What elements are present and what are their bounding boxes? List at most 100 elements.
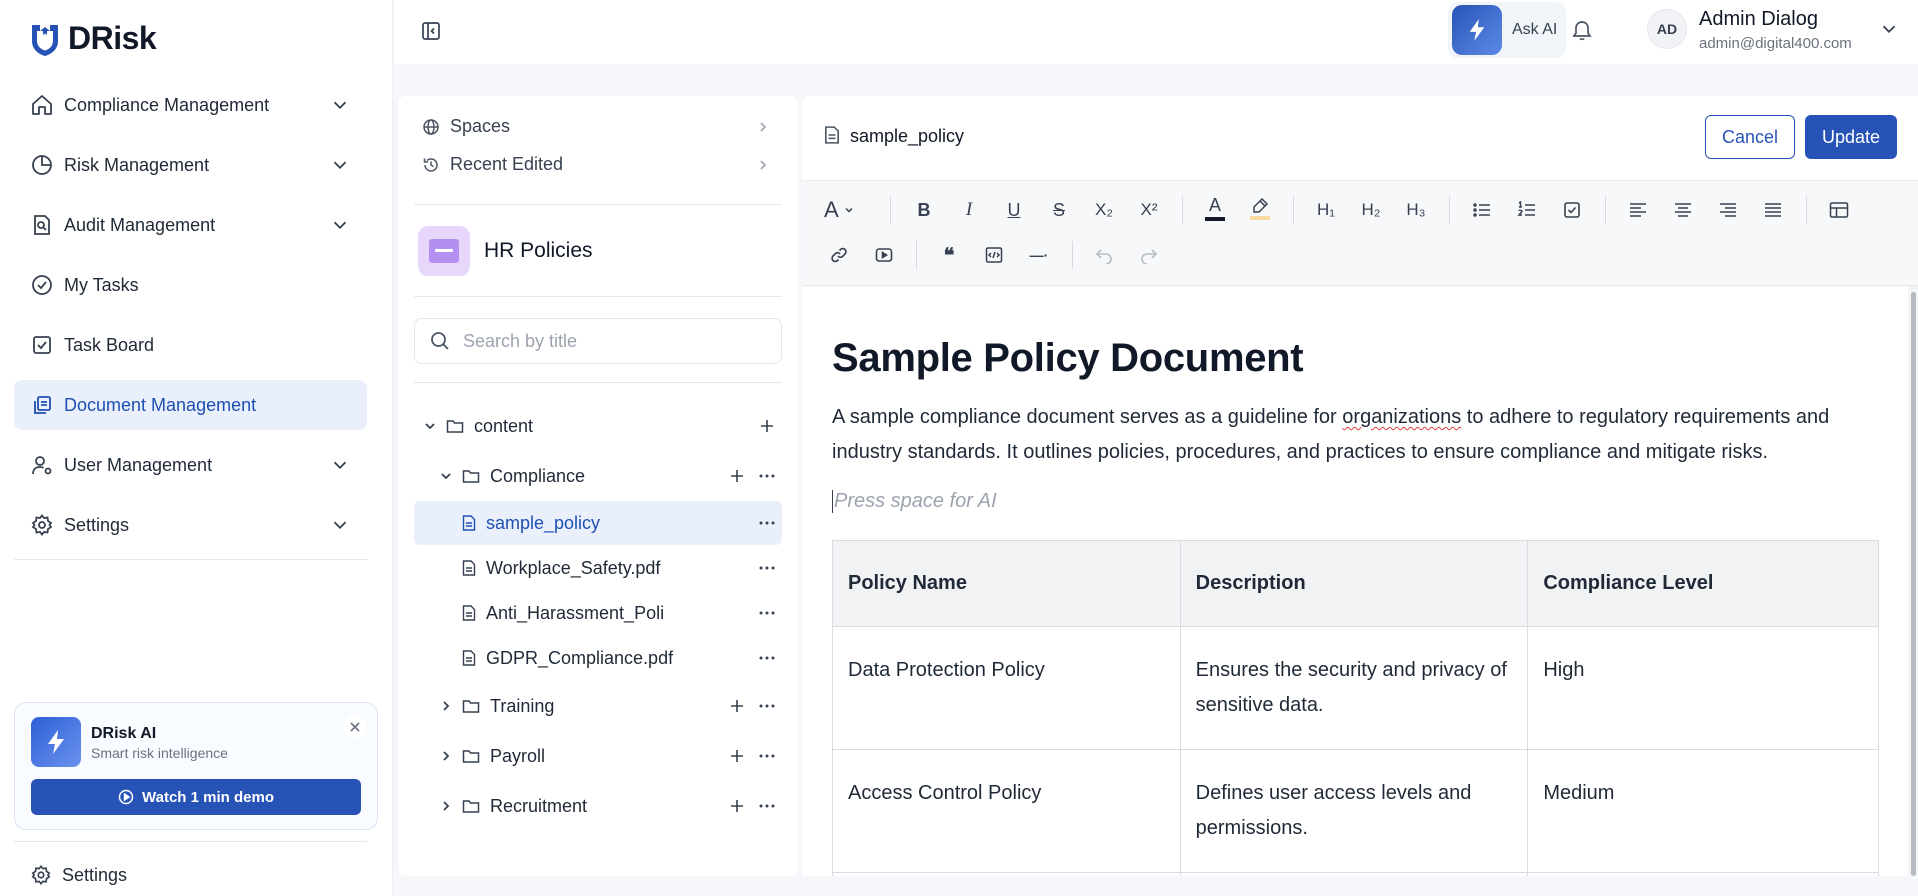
tree-file-workplace-safety[interactable]: Workplace_Safety.pdf (414, 546, 782, 590)
more-icon[interactable] (752, 521, 782, 525)
tree-folder-payroll[interactable]: Payroll (414, 734, 782, 778)
redo-icon[interactable] (1134, 240, 1164, 270)
add-icon[interactable] (722, 799, 752, 813)
link-icon[interactable] (824, 240, 854, 270)
tree-folder-recruitment[interactable]: Recruitment (414, 784, 782, 828)
table-cell[interactable] (832, 872, 1181, 876)
numbered-list-icon[interactable] (1512, 195, 1542, 225)
blockquote-button[interactable]: ❝ (934, 240, 964, 270)
document-icon (462, 605, 476, 621)
update-button[interactable]: Update (1805, 115, 1897, 159)
italic-button[interactable]: I (954, 195, 984, 225)
document-paragraph[interactable]: A sample compliance document serves as a… (832, 400, 1892, 470)
table-cell[interactable]: Defines user access levels and permissio… (1179, 749, 1529, 873)
tree-file-anti-harassment[interactable]: Anti_Harassment_Poli (414, 591, 782, 635)
heading-1-button[interactable]: H₁ (1311, 195, 1341, 225)
align-left-icon[interactable] (1623, 195, 1653, 225)
table-cell[interactable]: Medium (1527, 749, 1879, 873)
search-box[interactable] (414, 318, 782, 364)
sidebar-item-audit-management[interactable]: Audit Management (14, 200, 367, 250)
more-icon[interactable] (752, 474, 782, 478)
add-icon[interactable] (722, 469, 752, 483)
more-icon[interactable] (752, 656, 782, 660)
spaces-link[interactable]: Spaces (422, 116, 770, 137)
tree-folder-label: Compliance (490, 465, 586, 486)
ask-ai-button[interactable]: Ask AI (1448, 2, 1566, 58)
sidebar-item-task-board[interactable]: Task Board (14, 320, 367, 370)
text-color-button[interactable]: A (1200, 193, 1230, 223)
logo[interactable]: DRisk (28, 20, 157, 57)
more-icon[interactable] (752, 704, 782, 708)
add-icon[interactable] (722, 699, 752, 713)
table-cell[interactable] (1527, 872, 1879, 876)
table-cell[interactable]: Data Protection Policy (832, 626, 1181, 750)
more-icon[interactable] (752, 804, 782, 808)
tree-folder-content[interactable]: content (414, 404, 782, 448)
cancel-button[interactable]: Cancel (1705, 115, 1795, 159)
underline-button[interactable]: U (999, 195, 1029, 225)
table-icon[interactable] (1824, 195, 1854, 225)
sidebar-item-risk-management[interactable]: Risk Management (14, 140, 367, 190)
chevron-down-icon[interactable] (1878, 18, 1900, 40)
sidebar-item-user-management[interactable]: User Management (14, 440, 367, 490)
tree-folder-training[interactable]: Training (414, 684, 782, 728)
table-cell[interactable]: Access Control Policy (832, 749, 1181, 873)
align-center-icon[interactable] (1668, 195, 1698, 225)
search-input[interactable] (463, 330, 763, 352)
tree-file-gdpr-compliance[interactable]: GDPR_Compliance.pdf (414, 636, 782, 680)
strikethrough-button[interactable]: S (1044, 195, 1074, 225)
recent-edited-label: Recent Edited (450, 154, 564, 174)
font-size-dropdown[interactable]: A (824, 195, 868, 225)
toolbar-separator (1449, 196, 1450, 224)
sidebar-item-document-management[interactable]: Document Management (14, 380, 367, 430)
editor-content[interactable]: Sample Policy Document A sample complian… (802, 286, 1918, 876)
spellcheck-flagged-word[interactable]: organizations (1342, 406, 1461, 428)
more-icon[interactable] (752, 754, 782, 758)
table-cell[interactable] (1179, 872, 1529, 876)
avatar[interactable]: AD (1647, 9, 1687, 49)
table-header-cell[interactable]: Description (1179, 540, 1529, 627)
sidebar-item-compliance-management[interactable]: Compliance Management (14, 80, 367, 130)
subscript-button[interactable]: X₂ (1089, 195, 1119, 225)
more-icon[interactable] (752, 566, 782, 570)
add-icon[interactable] (752, 419, 782, 433)
highlight-button[interactable] (1245, 193, 1275, 223)
chevron-down-icon (333, 521, 347, 530)
bottom-settings-link[interactable]: Settings (30, 864, 127, 886)
heading-3-button[interactable]: H₃ (1401, 195, 1431, 225)
checklist-icon[interactable] (1557, 195, 1587, 225)
document-title[interactable]: Sample Policy Document (832, 336, 1304, 381)
watch-demo-button[interactable]: Watch 1 min demo (31, 779, 361, 815)
sidebar-item-label: User Management (64, 454, 213, 475)
history-icon (423, 157, 438, 172)
close-icon[interactable] (343, 715, 367, 739)
tree-file-sample-policy[interactable]: sample_policy (414, 501, 782, 545)
table-cell[interactable]: Ensures the security and privacy of sens… (1179, 626, 1529, 750)
superscript-button[interactable]: X² (1134, 195, 1164, 225)
tree-folder-compliance[interactable]: Compliance (414, 454, 782, 498)
policy-table[interactable]: Policy Name Description Compliance Level… (832, 540, 1879, 876)
heading-2-button[interactable]: H₂ (1356, 195, 1386, 225)
more-icon[interactable] (752, 611, 782, 615)
align-right-icon[interactable] (1713, 195, 1743, 225)
table-header-cell[interactable]: Policy Name (832, 540, 1181, 627)
add-icon[interactable] (722, 749, 752, 763)
ai-placeholder[interactable]: Press space for AI (832, 490, 997, 513)
toolbar-separator (1806, 196, 1807, 224)
align-justify-icon[interactable] (1758, 195, 1788, 225)
video-embed-icon[interactable] (869, 240, 899, 270)
code-block-icon[interactable] (979, 240, 1009, 270)
tree-file-label: Workplace_Safety.pdf (486, 557, 661, 578)
sidebar-collapse-icon[interactable] (420, 20, 442, 42)
table-cell[interactable]: High (1527, 626, 1879, 750)
bold-button[interactable]: B (909, 195, 939, 225)
scrollbar-thumb[interactable] (1911, 292, 1916, 876)
table-header-cell[interactable]: Compliance Level (1527, 540, 1879, 627)
horizontal-rule-button[interactable]: —· (1024, 240, 1054, 270)
bullet-list-icon[interactable] (1467, 195, 1497, 225)
undo-icon[interactable] (1089, 240, 1119, 270)
bell-icon[interactable] (1570, 18, 1594, 42)
recent-edited-link[interactable]: Recent Edited (422, 154, 770, 175)
sidebar-item-settings[interactable]: Settings (14, 500, 367, 550)
sidebar-item-my-tasks[interactable]: My Tasks (14, 260, 367, 310)
